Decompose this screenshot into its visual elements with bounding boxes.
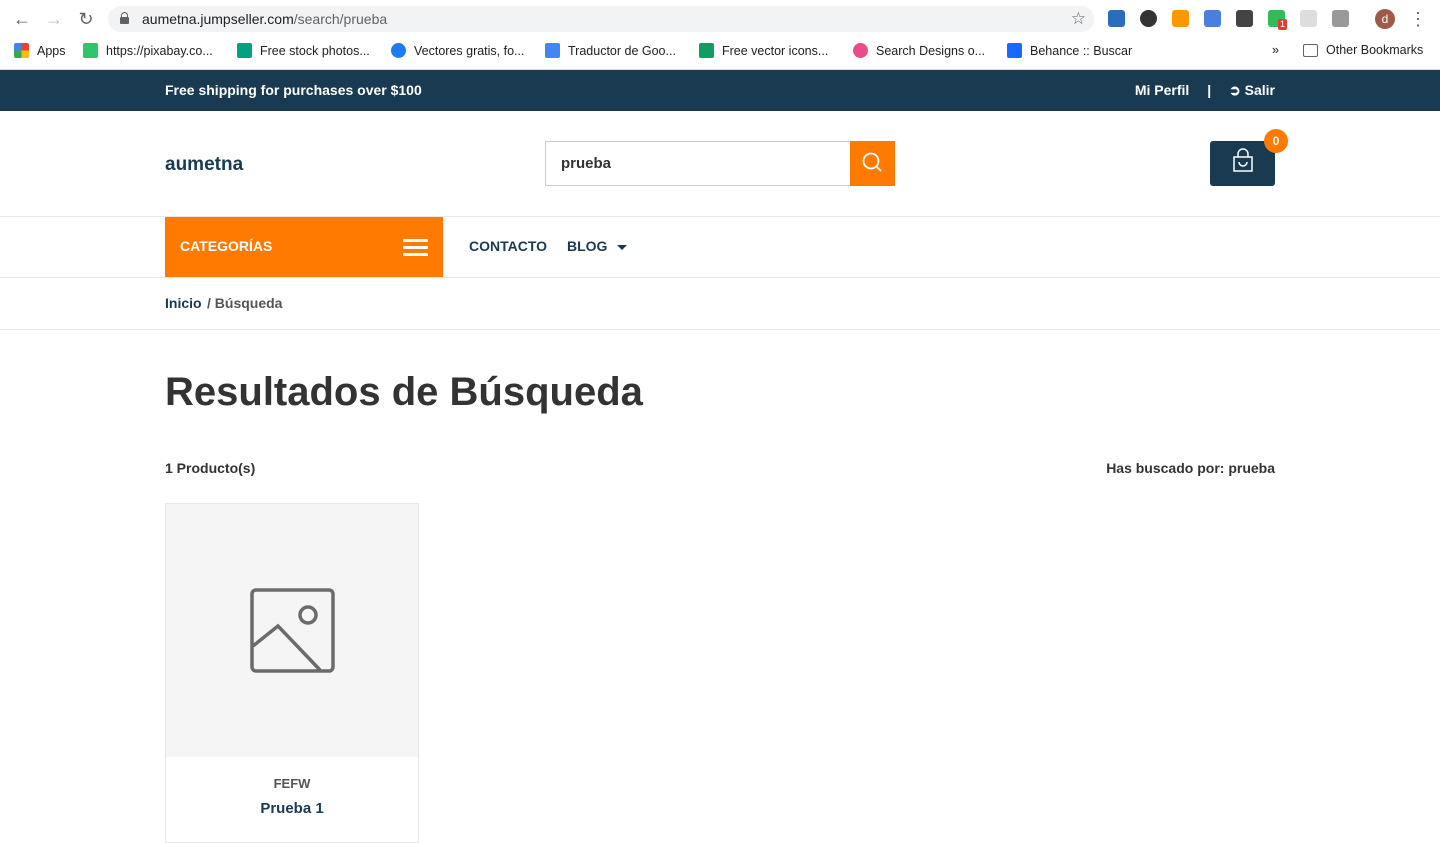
profile-avatar[interactable]: d [1375, 9, 1395, 29]
shipping-message: Free shipping for purchases over $100 [165, 82, 422, 98]
page-title: Resultados de Búsqueda [165, 370, 643, 414]
extension-icon[interactable] [1108, 10, 1125, 27]
pexels-icon [237, 43, 252, 58]
bookmark-item[interactable]: Behance :: Buscar [1007, 43, 1132, 58]
breadcrumb-current: / Búsqueda [207, 295, 283, 311]
announcement-bar: Free shipping for purchases over $100 Mi… [0, 70, 1440, 111]
breadcrumb-home[interactable]: Inicio [165, 295, 202, 311]
more-bookmarks-button[interactable]: » [1272, 43, 1279, 57]
translate-icon [545, 43, 560, 58]
extension-icon[interactable] [1140, 10, 1157, 27]
forward-icon[interactable]: → [43, 8, 65, 30]
categories-menu-button[interactable]: CATEGORÍAS [165, 217, 443, 277]
chevron-down-icon[interactable] [617, 245, 627, 250]
apps-grid-icon [14, 43, 29, 58]
extension-icon[interactable] [1332, 10, 1349, 27]
url-text: aumetna.jumpseller.com/search/prueba [142, 11, 388, 27]
dribbble-icon [853, 43, 868, 58]
search-form [545, 141, 895, 186]
profile-link[interactable]: Mi Perfil [1135, 82, 1189, 98]
store-logo[interactable]: aumetna [165, 154, 243, 176]
logout-link[interactable]: ➲ Salir [1229, 82, 1275, 98]
bookmark-item[interactable]: Vectores gratis, fo... [391, 43, 524, 58]
separator: | [1207, 82, 1212, 98]
extension-icon[interactable] [1236, 10, 1253, 27]
bookmark-item[interactable]: Traductor de Goo... [545, 43, 676, 58]
bookmark-item[interactable]: Search Designs o... [853, 43, 985, 58]
freepik-icon [391, 43, 406, 58]
search-query-summary: Has buscado por: prueba [1106, 460, 1275, 476]
folder-icon [1303, 44, 1318, 57]
bookmark-star-icon[interactable]: ☆ [1071, 9, 1086, 29]
extension-icon[interactable] [1204, 10, 1221, 27]
menu-dots-icon[interactable]: ⋮ [1407, 8, 1429, 30]
nav-link-contacto[interactable]: CONTACTO [469, 238, 547, 254]
image-placeholder-icon [250, 588, 335, 673]
search-button[interactable] [850, 141, 895, 186]
bookmark-item[interactable]: https://pixabay.co... [83, 43, 213, 58]
cart-button[interactable]: 0 [1210, 129, 1288, 186]
product-image[interactable] [166, 504, 418, 757]
product-name[interactable]: Prueba 1 [166, 800, 418, 817]
product-brand: FEFW [273, 776, 311, 791]
extension-icon[interactable] [1300, 10, 1317, 27]
reload-icon[interactable]: ↻ [75, 8, 97, 30]
other-bookmarks[interactable]: Other Bookmarks [1303, 43, 1423, 57]
behance-icon [1007, 43, 1022, 58]
result-count: 1 Producto(s) [165, 460, 256, 476]
site-header: aumetna 0 [0, 111, 1440, 217]
search-icon [862, 152, 882, 172]
pixabay-icon [83, 43, 98, 58]
breadcrumb: Inicio / Búsqueda [0, 278, 1440, 330]
categories-label: CATEGORÍAS [180, 238, 273, 254]
flaticon-icon [699, 43, 714, 58]
nav-link-blog[interactable]: BLOG [567, 238, 607, 254]
bookmark-item[interactable]: Free stock photos... [237, 43, 370, 58]
lock-icon [120, 12, 129, 24]
extension-badge: 1 [1278, 19, 1288, 30]
back-icon[interactable]: ← [11, 8, 33, 30]
bookmark-item[interactable]: Free vector icons... [699, 43, 828, 58]
product-card[interactable]: FEFW Prueba 1 [165, 503, 419, 843]
hamburger-icon [403, 239, 428, 256]
address-bar[interactable]: aumetna.jumpseller.com/search/prueba ☆ [108, 6, 1094, 32]
bookmarks-bar: Apps https://pixabay.co... Free stock ph… [0, 37, 1440, 70]
cart-count-badge: 0 [1264, 129, 1288, 153]
bookmark-item[interactable]: Apps [14, 43, 66, 58]
browser-toolbar: ← → ↻ aumetna.jumpseller.com/search/prue… [0, 0, 1440, 37]
extension-icon[interactable]: 1 [1268, 10, 1288, 30]
main-nav: CATEGORÍAS CONTACTO BLOG [0, 217, 1440, 278]
extension-icon[interactable] [1172, 10, 1189, 27]
logout-icon: ➲ [1229, 82, 1241, 98]
search-input[interactable] [545, 141, 850, 186]
